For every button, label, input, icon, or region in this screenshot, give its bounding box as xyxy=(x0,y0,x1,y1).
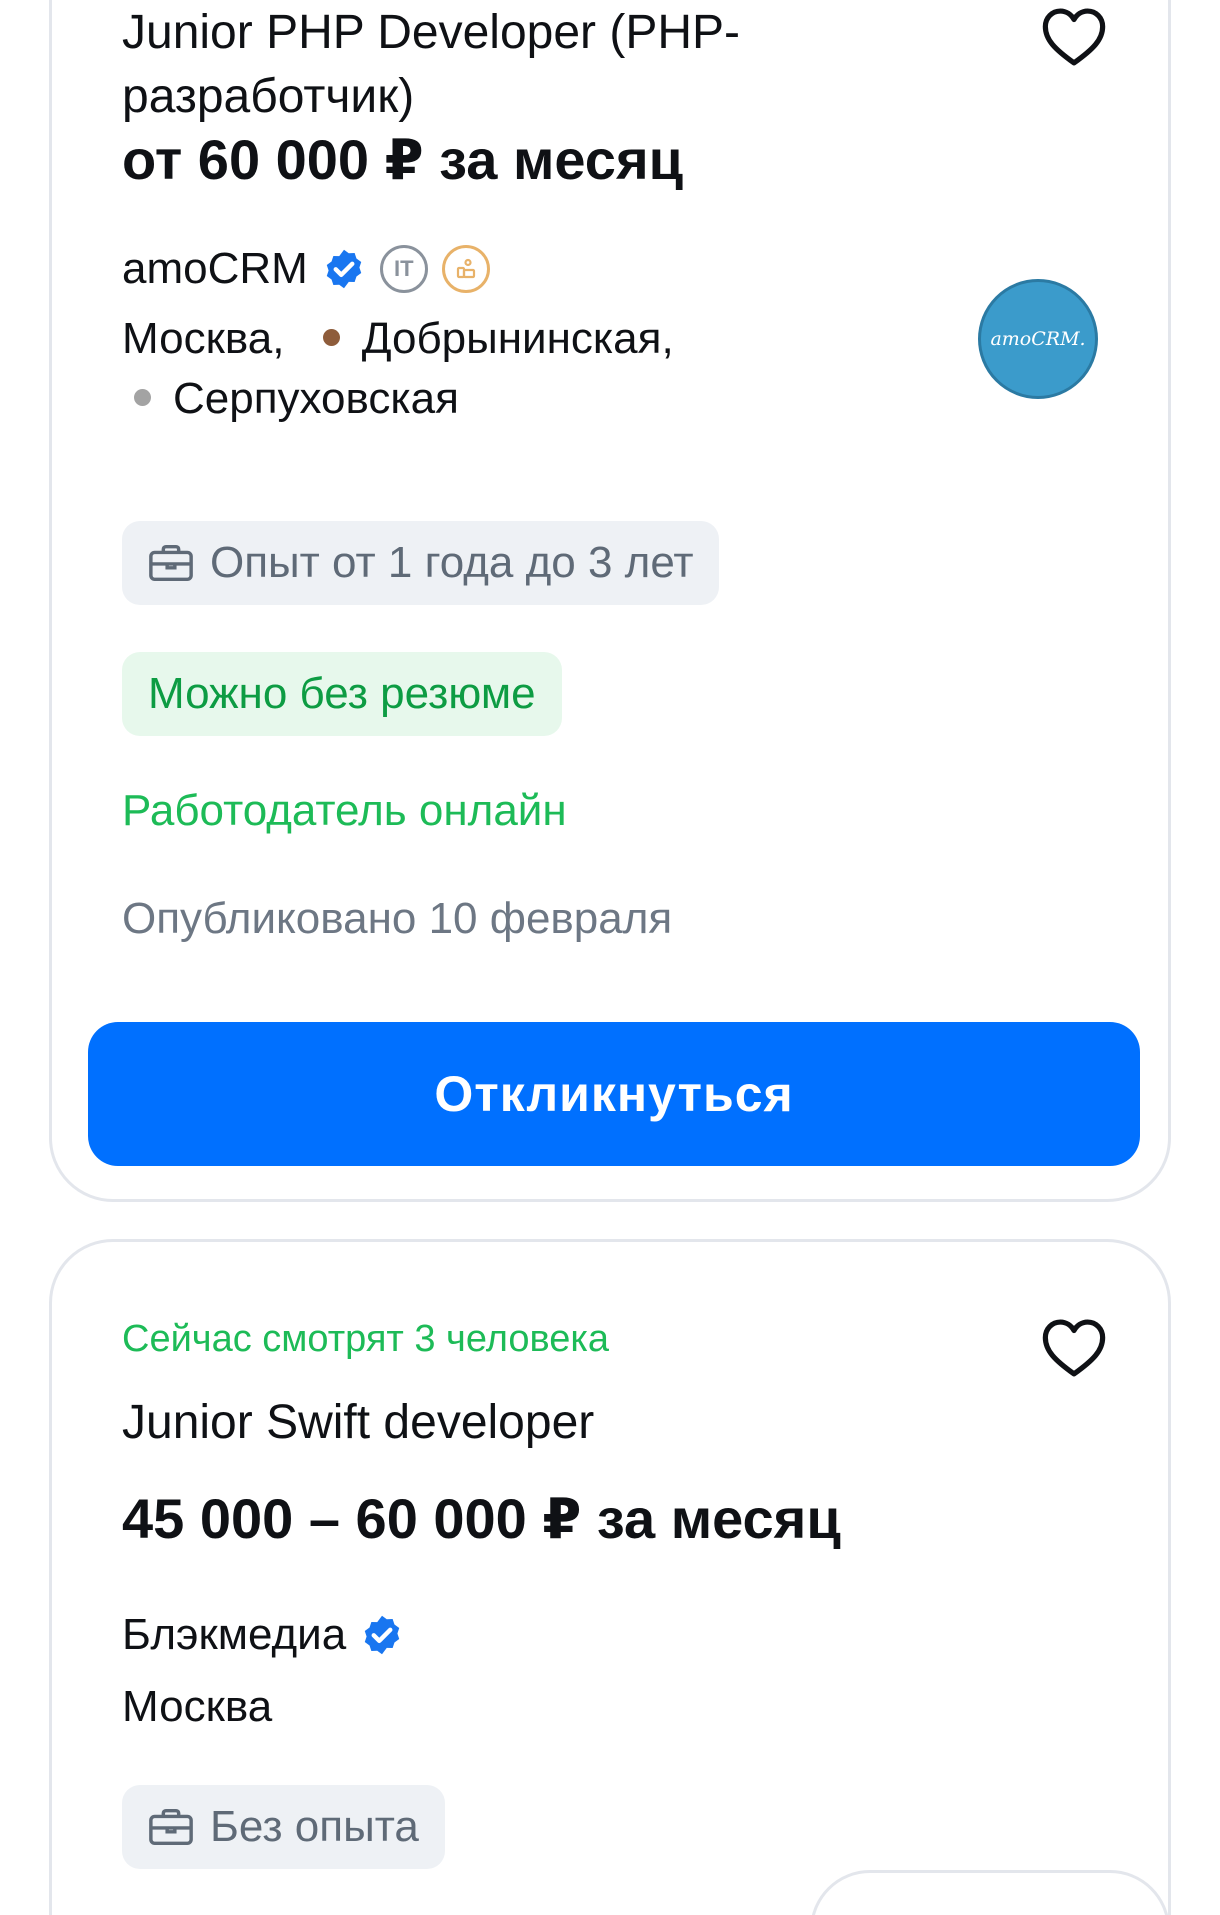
company-row: Блэкмедиа xyxy=(122,1605,404,1665)
watching-now-label: Сейчас смотрят 3 человека xyxy=(122,1318,609,1360)
apply-button[interactable]: Откликнуться xyxy=(88,1022,1140,1166)
briefcase-icon xyxy=(149,1808,193,1846)
vacancy-title[interactable]: Junior Swift developer xyxy=(122,1391,982,1455)
vacancy-salary: 45 000 – 60 000 ₽ за месяц xyxy=(122,1487,841,1550)
metro-station: Добрынинская, xyxy=(361,314,674,363)
verified-icon xyxy=(365,1615,400,1655)
vacancy-location: Москва, Добрынинская, Серпуховская xyxy=(122,309,842,429)
metro-line-dot xyxy=(134,388,151,406)
vacancy-title[interactable]: Junior PHP Developer (PHP-разработчик) xyxy=(122,1,982,129)
city: Москва xyxy=(122,1682,273,1731)
company-name[interactable]: amoCRM xyxy=(122,239,308,299)
it-accreditation-icon: IT xyxy=(379,245,428,293)
vacancy-card[interactable]: Junior PHP Developer (PHP-разработчик) о… xyxy=(49,0,1171,1202)
trusted-employer-icon xyxy=(441,245,490,293)
briefcase-icon xyxy=(149,544,193,582)
employer-online-status: Работодатель онлайн xyxy=(122,786,567,835)
favorite-heart-icon[interactable] xyxy=(1040,1314,1108,1382)
experience-text: Без опыта xyxy=(210,1802,419,1851)
experience-chip: Опыт от 1 года до 3 лет xyxy=(122,521,720,605)
vacancy-location: Москва xyxy=(122,1677,842,1737)
favorite-heart-icon[interactable] xyxy=(1040,3,1108,71)
next-card-edge xyxy=(810,1870,1170,1915)
experience-chip: Без опыта xyxy=(122,1785,445,1869)
vacancy-salary: от 60 000 ₽ за месяц xyxy=(122,128,684,191)
city: Москва, xyxy=(122,314,285,363)
company-name[interactable]: Блэкмедиа xyxy=(122,1605,346,1665)
verified-icon xyxy=(326,249,362,289)
vacancy-card[interactable]: Сейчас смотрят 3 человека Junior Swift d… xyxy=(49,1239,1171,1915)
vacancy-list: Junior PHP Developer (PHP-разработчик) о… xyxy=(0,0,1220,1915)
no-resume-chip: Можно без резюме xyxy=(122,652,562,736)
published-date: Опубликовано 10 февраля xyxy=(122,894,673,943)
company-row: amoCRM IT xyxy=(122,239,490,299)
experience-text: Опыт от 1 года до 3 лет xyxy=(210,538,694,587)
metro-line-dot xyxy=(322,328,340,346)
company-logo[interactable]: amoCRM. xyxy=(978,279,1098,399)
metro-station: Серпуховская xyxy=(173,374,459,423)
